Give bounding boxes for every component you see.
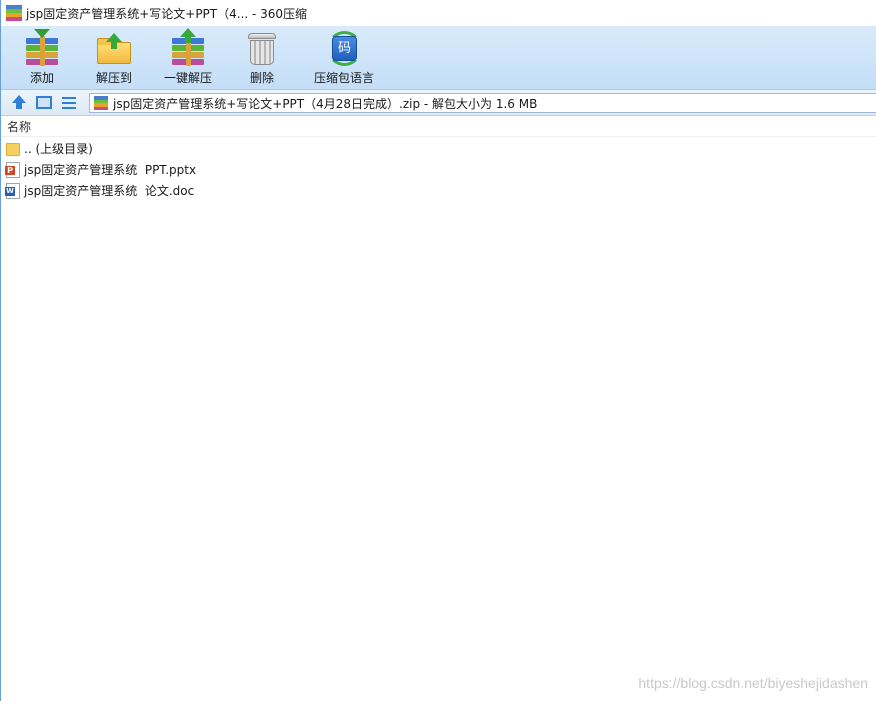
app-logo-icon (6, 5, 22, 21)
list-item-parent-directory[interactable]: .. (上级目录) (1, 138, 876, 159)
list-item-label: jsp固定资产管理系统 论文.doc (24, 184, 195, 198)
archive-encoding-icon: 码 (325, 30, 363, 66)
delete-button[interactable]: 删除 (225, 26, 299, 88)
list-view-icon[interactable] (60, 94, 78, 112)
address-text: jsp固定资产管理系统+写论文+PPT（4月28日完成）.zip - 解包大小为… (113, 96, 538, 111)
add-button-label: 添加 (29, 71, 54, 85)
toolbar: 添加 解压到 一键解压 删除 码 压缩包语言 (1, 26, 876, 90)
encoding-glyph: 码 (332, 36, 357, 61)
folder-icon (6, 143, 20, 156)
up-directory-icon[interactable] (10, 94, 28, 112)
archive-icon (94, 96, 108, 110)
list-item-doc[interactable]: jsp固定资产管理系统 论文.doc (1, 180, 876, 201)
window-title: jsp固定资产管理系统+写论文+PPT（4... - 360压缩 (26, 6, 308, 21)
one-click-extract-icon (169, 28, 207, 66)
add-button[interactable]: 添加 (7, 26, 77, 88)
one-click-extract-label: 一键解压 (163, 71, 212, 85)
file-list: .. (上级目录) jsp固定资产管理系统 PPT.pptx jsp固定资产管理… (1, 138, 876, 201)
list-item-pptx[interactable]: jsp固定资产管理系统 PPT.pptx (1, 159, 876, 180)
delete-trash-icon (243, 30, 281, 66)
list-item-label: jsp固定资产管理系统 PPT.pptx (24, 163, 197, 177)
archive-encoding-button[interactable]: 码 压缩包语言 (299, 26, 389, 88)
add-archive-icon (23, 29, 61, 66)
navigation-bar: jsp固定资产管理系统+写论文+PPT（4月28日完成）.zip - 解包大小为… (1, 90, 876, 116)
app-window: jsp固定资产管理系统+写论文+PPT（4... - 360压缩 添加 解压到 (0, 0, 876, 701)
thumbnail-view-icon[interactable] (35, 94, 53, 112)
title-bar: jsp固定资产管理系统+写论文+PPT（4... - 360压缩 (1, 0, 876, 26)
extract-to-icon (95, 30, 133, 66)
delete-button-label: 删除 (249, 71, 274, 85)
extract-to-button-label: 解压到 (95, 71, 132, 85)
watermark: https://blog.csdn.net/biyeshejidashen (638, 675, 868, 691)
list-item-label: .. (上级目录) (24, 142, 93, 156)
column-header-name[interactable]: 名称 (1, 117, 876, 137)
pptx-file-icon (5, 161, 20, 178)
archive-encoding-label: 压缩包语言 (313, 71, 374, 85)
one-click-extract-button[interactable]: 一键解压 (151, 26, 225, 88)
address-bar[interactable]: jsp固定资产管理系统+写论文+PPT（4月28日完成）.zip - 解包大小为… (89, 93, 876, 113)
doc-file-icon (5, 182, 20, 199)
extract-to-button[interactable]: 解压到 (77, 26, 151, 88)
